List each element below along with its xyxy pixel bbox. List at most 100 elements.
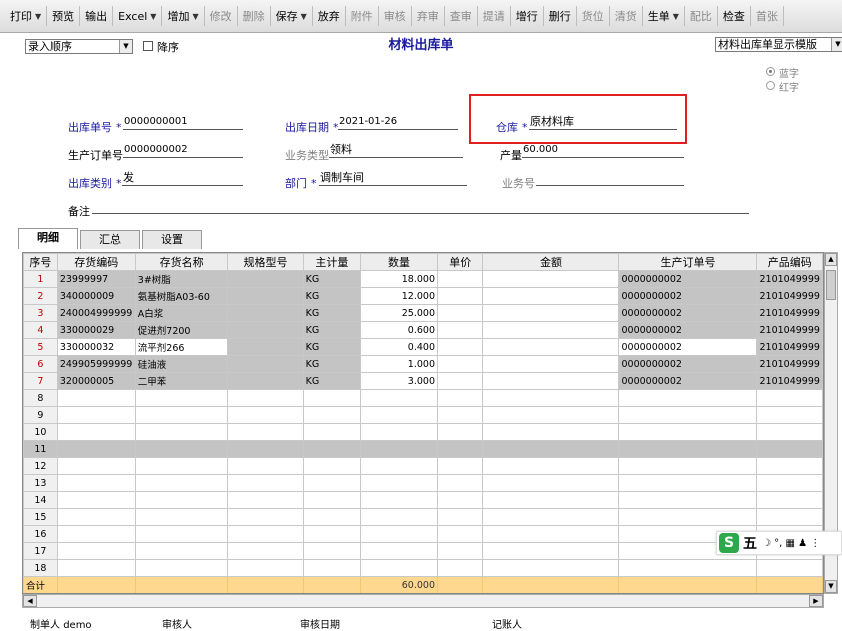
grid-cell-empty[interactable] xyxy=(360,474,438,492)
grid-cell-unit[interactable]: KG xyxy=(302,287,362,305)
grid-cell-prod[interactable]: 2101049999 xyxy=(756,338,823,356)
grid-cell-empty[interactable] xyxy=(134,508,229,526)
grid-cell-empty[interactable] xyxy=(302,457,362,475)
grid-cell-empty[interactable] xyxy=(56,508,136,526)
grid-cell-empty[interactable] xyxy=(482,440,620,458)
grid-cell-code[interactable]: 249905999999 xyxy=(56,355,136,373)
toolbar-button-2[interactable]: 输出 xyxy=(81,5,111,27)
toolbar-button-6[interactable]: 删除 xyxy=(239,5,269,27)
table-row[interactable]: 15 xyxy=(23,508,823,526)
grid-cell-spec[interactable] xyxy=(227,270,304,288)
grid-cell-amount[interactable] xyxy=(482,287,620,305)
grid-cell-amount[interactable] xyxy=(482,338,620,356)
grid-header-cell[interactable]: 单价 xyxy=(436,253,484,271)
grid-cell-code[interactable]: 330000029 xyxy=(56,321,136,339)
grid-cell-empty[interactable] xyxy=(436,474,484,492)
grid-cell-order[interactable]: 0000000002 xyxy=(618,355,758,373)
grid-cell-prod[interactable]: 2101049999 xyxy=(756,355,823,373)
grid-cell-empty[interactable] xyxy=(618,406,758,424)
grid-cell-name[interactable]: 3#树脂 xyxy=(134,270,229,288)
toolbar-button-0[interactable]: 打印 ▼ xyxy=(6,5,45,27)
grid-cell-empty[interactable] xyxy=(134,440,229,458)
dropdown-arrow-icon[interactable]: ▼ xyxy=(673,12,679,21)
grid-cell-empty[interactable] xyxy=(756,559,823,577)
grid-cell-empty[interactable] xyxy=(227,423,304,441)
grid-cell-empty[interactable] xyxy=(134,406,229,424)
descending-checkbox[interactable] xyxy=(143,41,153,51)
grid-cell-empty[interactable] xyxy=(134,474,229,492)
remark-field[interactable] xyxy=(92,200,749,214)
table-row[interactable]: 16 xyxy=(23,525,823,543)
grid-cell-qty[interactable]: 1.000 xyxy=(360,355,438,373)
grid-cell-empty[interactable] xyxy=(227,474,304,492)
dropdown-arrow-icon[interactable]: ▼ xyxy=(301,12,307,21)
grid-cell-empty[interactable] xyxy=(360,389,438,407)
grid-cell-empty[interactable] xyxy=(360,542,438,560)
table-row[interactable]: 18 xyxy=(23,559,823,577)
grid-cell-empty[interactable] xyxy=(360,491,438,509)
toolbar-button-20[interactable]: 检查 xyxy=(719,5,749,27)
grid-cell-empty[interactable] xyxy=(482,542,620,560)
grid-cell-empty[interactable] xyxy=(436,389,484,407)
grid-cell-name[interactable]: A白浆 xyxy=(134,304,229,322)
grid-cell-empty[interactable] xyxy=(302,491,362,509)
toolbar-button-19[interactable]: 配比 xyxy=(686,5,716,27)
toolbar-button-4[interactable]: 增加 ▼ xyxy=(163,5,202,27)
grid-cell-empty[interactable] xyxy=(134,423,229,441)
grid-cell-empty[interactable] xyxy=(436,542,484,560)
grid-cell-empty[interactable] xyxy=(302,525,362,543)
grid-cell-empty[interactable] xyxy=(56,559,136,577)
toolbar-button-1[interactable]: 预览 xyxy=(48,5,78,27)
grid-cell-empty[interactable] xyxy=(436,559,484,577)
grid-cell-empty[interactable] xyxy=(360,559,438,577)
table-row[interactable]: 10 xyxy=(23,423,823,441)
grid-cell-qty[interactable]: 3.000 xyxy=(360,372,438,390)
grid-header-cell[interactable]: 产品编码 xyxy=(756,253,823,271)
grid-cell-empty[interactable] xyxy=(227,440,304,458)
grid-cell-empty[interactable] xyxy=(56,389,136,407)
grid-cell-empty[interactable] xyxy=(56,474,136,492)
grid-cell-empty[interactable] xyxy=(482,406,620,424)
grid-cell-empty[interactable] xyxy=(482,457,620,475)
grid-cell-empty[interactable] xyxy=(618,491,758,509)
grid-cell-empty[interactable] xyxy=(360,508,438,526)
grid-cell-empty[interactable] xyxy=(618,559,758,577)
grid-cell-price[interactable] xyxy=(436,338,484,356)
grid-cell-amount[interactable] xyxy=(482,270,620,288)
out-date-field[interactable]: 2021-01-26 xyxy=(338,116,458,130)
grid-cell-empty[interactable] xyxy=(436,457,484,475)
grid-cell-unit[interactable]: KG xyxy=(302,338,362,356)
scroll-up-icon[interactable]: ▲ xyxy=(825,253,837,266)
grid-cell-empty[interactable] xyxy=(227,406,304,424)
grid-header-cell[interactable]: 规格型号 xyxy=(227,253,304,271)
grid-cell-empty[interactable] xyxy=(618,423,758,441)
grid-cell-empty[interactable] xyxy=(227,508,304,526)
grid-cell-code[interactable]: 240004999999 xyxy=(56,304,136,322)
grid-cell-prod[interactable]: 2101049999 xyxy=(756,287,823,305)
grid-cell-spec[interactable] xyxy=(227,372,304,390)
table-row[interactable]: 14 xyxy=(23,491,823,509)
ime-icons[interactable]: ☽ °, ▦ ♟ ⋮ xyxy=(762,538,820,549)
grid-cell-empty[interactable] xyxy=(302,542,362,560)
radio-blue[interactable] xyxy=(766,67,775,76)
grid-header-cell[interactable]: 主计量 xyxy=(302,253,362,271)
grid-cell-code[interactable]: 340000009 xyxy=(56,287,136,305)
toolbar-button-8[interactable]: 放弃 xyxy=(314,5,344,27)
grid-cell-empty[interactable] xyxy=(227,525,304,543)
grid-cell-empty[interactable] xyxy=(56,542,136,560)
grid-cell-empty[interactable] xyxy=(436,423,484,441)
grid-cell-price[interactable] xyxy=(436,304,484,322)
grid-cell-order[interactable]: 0000000002 xyxy=(618,372,758,390)
table-row[interactable]: 6 249905999999 硅油液 KG 1.000 0000000002 2101049… xyxy=(23,355,823,373)
grid-header-cell[interactable]: 序号 xyxy=(23,253,58,271)
grid-cell-order[interactable]: 0000000002 xyxy=(618,270,758,288)
grid-cell-empty[interactable] xyxy=(436,508,484,526)
grid-cell-qty[interactable]: 0.600 xyxy=(360,321,438,339)
grid-cell-code[interactable]: 23999997 xyxy=(56,270,136,288)
grid-cell-empty[interactable] xyxy=(436,491,484,509)
grid-cell-empty[interactable] xyxy=(756,423,823,441)
grid-cell-spec[interactable] xyxy=(227,321,304,339)
sort-order-select[interactable]: 录入顺序 ▼ xyxy=(25,39,133,54)
grid-cell-amount[interactable] xyxy=(482,372,620,390)
grid-cell-empty[interactable] xyxy=(56,457,136,475)
